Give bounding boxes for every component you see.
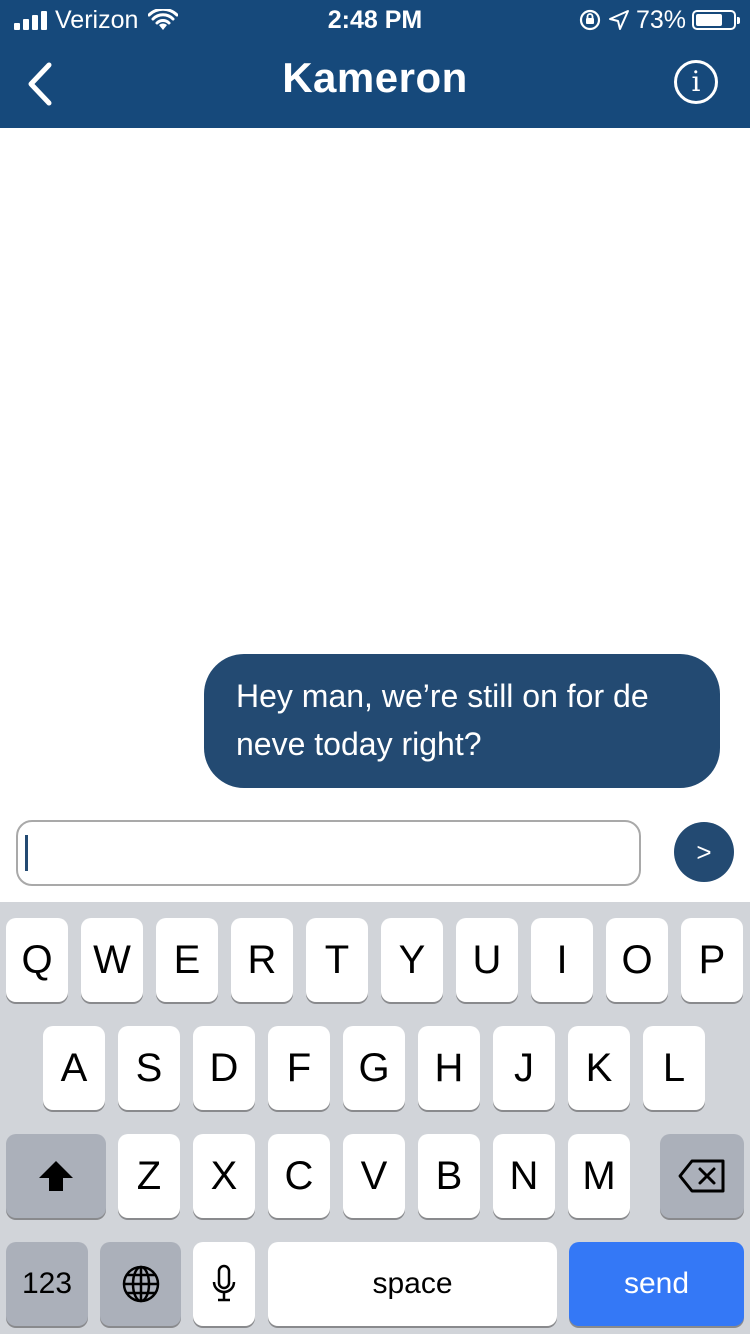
outgoing-message-bubble: Hey man, we’re still on for de neve toda…	[204, 654, 720, 788]
key-f[interactable]: F	[268, 1026, 330, 1110]
location-arrow-icon	[608, 10, 629, 30]
key-label: O	[621, 937, 653, 982]
battery-percent: 73%	[635, 5, 686, 34]
key-v[interactable]: V	[343, 1134, 405, 1218]
key-label: U	[472, 937, 502, 982]
nav-bar: Kameron i	[0, 40, 750, 128]
key-label: T	[324, 937, 350, 982]
key-label: S	[135, 1045, 163, 1090]
key-j[interactable]: J	[493, 1026, 555, 1110]
key-label: A	[60, 1045, 88, 1090]
numbers-key[interactable]: 123	[6, 1242, 88, 1326]
keyboard: 123 space send QWE R T Y U I OP A S D F GH J K L Z X C V B N…	[0, 902, 750, 1334]
key-label: X	[210, 1153, 238, 1198]
globe-icon	[122, 1265, 159, 1303]
key-q[interactable]: Q	[6, 918, 68, 1002]
key-r[interactable]: R	[231, 918, 293, 1002]
key-h[interactable]: H	[418, 1026, 480, 1110]
key-label: N	[509, 1153, 539, 1198]
numbers-key-label: 123	[21, 1267, 73, 1300]
globe-key[interactable]	[100, 1242, 181, 1326]
key-b[interactable]: B	[418, 1134, 480, 1218]
key-label: I	[556, 937, 568, 982]
key-label: D	[209, 1045, 239, 1090]
battery-icon	[692, 10, 740, 30]
rotation-lock-icon	[579, 9, 601, 31]
message-text: Hey man, we’re still on for de neve toda…	[236, 678, 649, 762]
key-k[interactable]: K	[568, 1026, 630, 1110]
key-e[interactable]: E	[156, 918, 218, 1002]
message-composer: >	[0, 816, 750, 902]
key-label: C	[284, 1153, 314, 1198]
key-p[interactable]: P	[681, 918, 743, 1002]
back-button[interactable]	[12, 56, 68, 112]
status-right: 73%	[578, 5, 740, 34]
key-label: B	[435, 1153, 463, 1198]
shift-arrow-icon	[39, 1161, 73, 1191]
message-list[interactable]: Hey man, we’re still on for de neve toda…	[0, 128, 750, 816]
key-g[interactable]: G	[343, 1026, 405, 1110]
key-label: Z	[136, 1153, 162, 1198]
key-d[interactable]: D	[193, 1026, 255, 1110]
key-u[interactable]: U	[456, 918, 518, 1002]
conversation-title: Kameron	[282, 54, 468, 101]
key-a[interactable]: A	[43, 1026, 105, 1110]
key-m[interactable]: M	[568, 1134, 630, 1218]
key-label: G	[358, 1045, 390, 1090]
shift-key[interactable]	[6, 1134, 106, 1218]
key-label: Q	[21, 937, 53, 982]
key-x[interactable]: X	[193, 1134, 255, 1218]
key-label: H	[434, 1045, 464, 1090]
key-label: L	[662, 1045, 686, 1090]
return-send-key[interactable]: send	[569, 1242, 744, 1326]
message-input[interactable]	[16, 820, 641, 886]
key-y[interactable]: Y	[381, 918, 443, 1002]
key-label: P	[698, 937, 726, 982]
key-label: J	[514, 1045, 534, 1090]
key-label: E	[173, 937, 201, 982]
key-label: W	[93, 937, 131, 982]
key-label: Y	[398, 937, 426, 982]
text-cursor	[25, 835, 28, 871]
backspace-icon	[678, 1159, 725, 1193]
key-o[interactable]: O	[606, 918, 668, 1002]
chevron-left-icon	[28, 62, 52, 106]
key-s[interactable]: S	[118, 1026, 180, 1110]
send-button-label: >	[696, 836, 712, 867]
key-z[interactable]: Z	[118, 1134, 180, 1218]
space-key-label: space	[372, 1267, 453, 1300]
delete-key[interactable]	[660, 1134, 744, 1218]
send-button[interactable]: >	[674, 822, 734, 882]
return-key-label: send	[623, 1267, 690, 1300]
battery-fill	[696, 14, 723, 26]
microphone-key[interactable]	[193, 1242, 255, 1326]
space-key[interactable]: space	[268, 1242, 557, 1326]
key-n[interactable]: N	[493, 1134, 555, 1218]
status-bar: Verizon 2:48 PM 73%	[0, 0, 750, 40]
key-label: R	[247, 937, 277, 982]
microphone-icon	[212, 1264, 236, 1302]
key-l[interactable]: L	[643, 1026, 705, 1110]
info-circle-icon[interactable]: i	[674, 60, 718, 104]
key-label: V	[360, 1153, 388, 1198]
info-glyph: i	[691, 65, 701, 98]
key-label: F	[286, 1045, 312, 1090]
key-label: K	[585, 1045, 613, 1090]
key-c[interactable]: C	[268, 1134, 330, 1218]
key-t[interactable]: T	[306, 918, 368, 1002]
key-label: M	[582, 1153, 616, 1198]
key-w[interactable]: W	[81, 918, 143, 1002]
key-i[interactable]: I	[531, 918, 593, 1002]
